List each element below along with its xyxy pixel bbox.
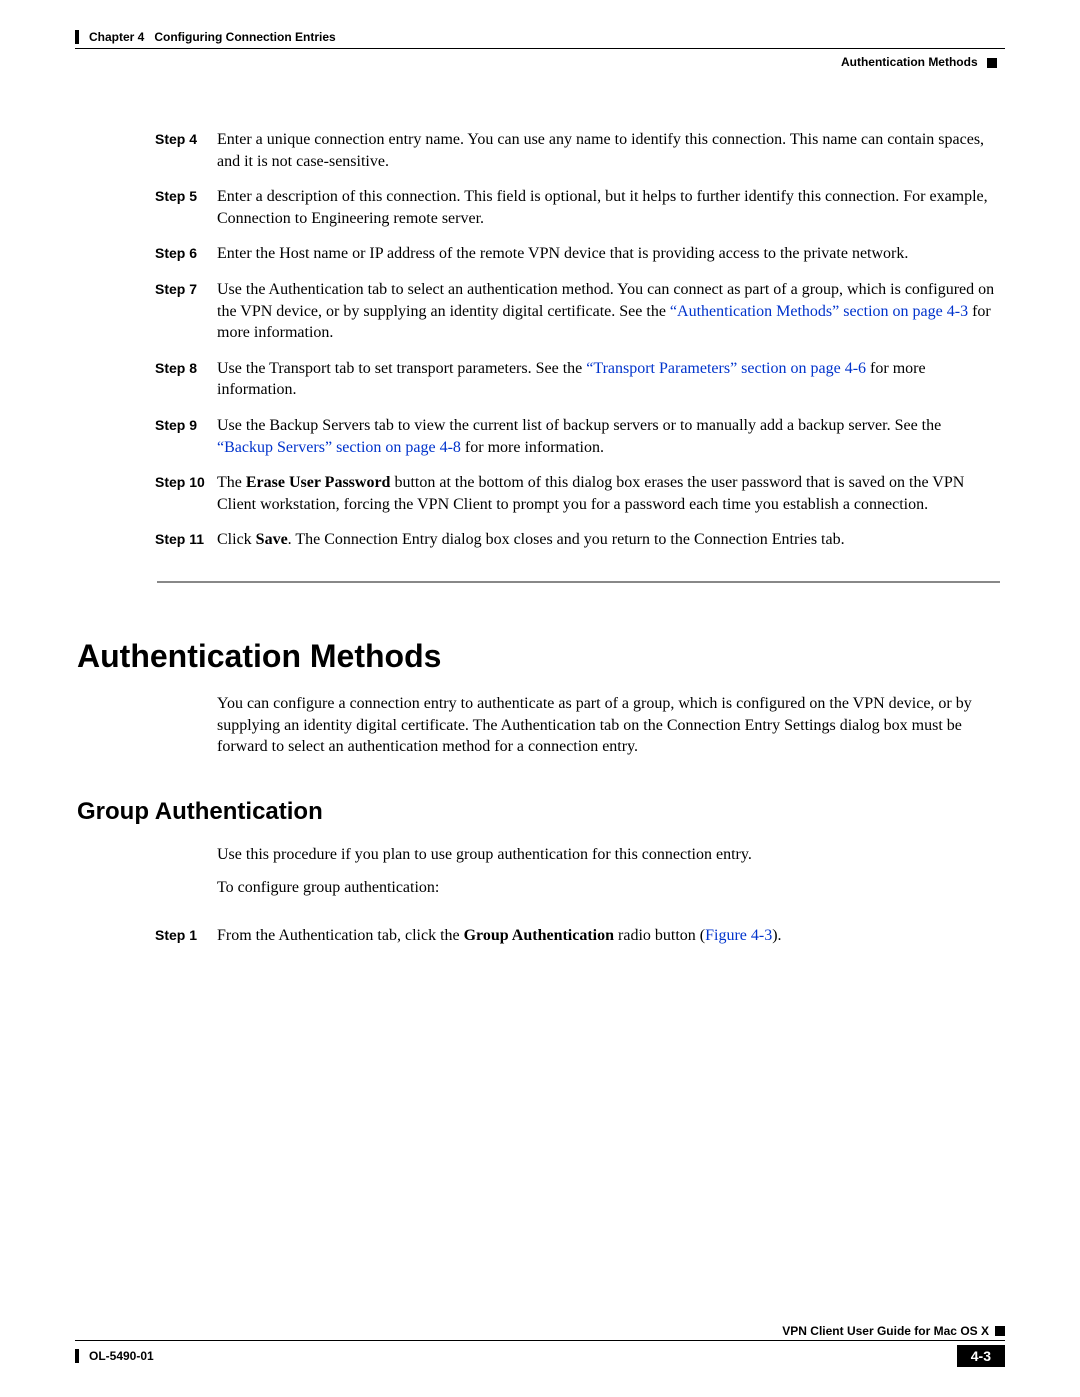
- text: Enter a description of this connection. …: [217, 188, 988, 227]
- steps-list-bottom: Step 1From the Authentication tab, click…: [155, 925, 1000, 947]
- section-name: Authentication Methods: [841, 55, 978, 69]
- text: The: [217, 474, 246, 491]
- footer-marker-icon: [995, 1326, 1005, 1336]
- step-label: Step 8: [155, 358, 217, 401]
- footer-guide-title: VPN Client User Guide for Mac OS X: [782, 1324, 989, 1338]
- step-label: Step 10: [155, 472, 217, 515]
- auth-methods-para: You can configure a connection entry to …: [217, 693, 1000, 758]
- footer-rule: [75, 1340, 1005, 1341]
- step-label: Step 7: [155, 279, 217, 344]
- step-label: Step 6: [155, 243, 217, 265]
- steps-list-top: Step 4Enter a unique connection entry na…: [155, 129, 1000, 551]
- step-label: Step 11: [155, 529, 217, 551]
- step-row: Step 8Use the Transport tab to set trans…: [155, 358, 1000, 401]
- text: radio button (: [614, 927, 705, 944]
- group-auth-para1: Use this procedure if you plan to use gr…: [217, 844, 1000, 866]
- heading-group-authentication: Group Authentication: [77, 798, 1005, 826]
- step-row: Step 5Enter a description of this connec…: [155, 186, 1000, 229]
- step-row: Step 7Use the Authentication tab to sele…: [155, 279, 1000, 344]
- step-label: Step 5: [155, 186, 217, 229]
- text: . The Connection Entry dialog box closes…: [288, 531, 845, 548]
- step-body: Use the Backup Servers tab to view the c…: [217, 415, 1000, 458]
- text: ).: [772, 927, 781, 944]
- header-bar-icon: [75, 30, 79, 44]
- step-label: Step 9: [155, 415, 217, 458]
- text: Enter a unique connection entry name. Yo…: [217, 131, 984, 170]
- heading-authentication-methods: Authentication Methods: [77, 638, 1005, 675]
- section-divider: [157, 581, 1000, 583]
- header-section: Authentication Methods: [75, 55, 1005, 69]
- bold-text: Group Authentication: [464, 927, 614, 944]
- step-row: Step 11Click Save. The Connection Entry …: [155, 529, 1000, 551]
- text: Enter the Host name or IP address of the…: [217, 245, 908, 262]
- bold-text: Erase User Password: [246, 474, 391, 491]
- cross-ref-link[interactable]: Figure 4-3: [705, 927, 772, 944]
- group-auth-para2: To configure group authentication:: [217, 877, 1000, 899]
- step-row: Step 10The Erase User Password button at…: [155, 472, 1000, 515]
- content: Step 4Enter a unique connection entry na…: [75, 129, 1005, 946]
- step-row: Step 6Enter the Host name or IP address …: [155, 243, 1000, 265]
- page-header: Chapter 4 Configuring Connection Entries…: [75, 30, 1005, 69]
- page-number: 4-3: [957, 1345, 1005, 1367]
- bold-text: Save: [256, 531, 288, 548]
- footer-doc-id: OL-5490-01: [89, 1349, 154, 1363]
- footer-left: OL-5490-01: [75, 1349, 154, 1363]
- step-body: Use the Transport tab to set transport p…: [217, 358, 1000, 401]
- step-row: Step 1From the Authentication tab, click…: [155, 925, 1000, 947]
- text: Click: [217, 531, 256, 548]
- text: From the Authentication tab, click the: [217, 927, 464, 944]
- text: Use the Backup Servers tab to view the c…: [217, 417, 941, 434]
- step-body: Use the Authentication tab to select an …: [217, 279, 1000, 344]
- cross-ref-link[interactable]: “Transport Parameters” section on page 4…: [586, 360, 866, 377]
- step-body: The Erase User Password button at the bo…: [217, 472, 1000, 515]
- footer-title-row: VPN Client User Guide for Mac OS X: [75, 1324, 1005, 1338]
- step-label: Step 1: [155, 925, 217, 947]
- step-body: Enter a description of this connection. …: [217, 186, 1000, 229]
- page-footer: VPN Client User Guide for Mac OS X OL-54…: [75, 1324, 1005, 1367]
- cross-ref-link[interactable]: “Authentication Methods” section on page…: [670, 303, 968, 320]
- step-body: Enter a unique connection entry name. Yo…: [217, 129, 1000, 172]
- text: for more information.: [461, 439, 604, 456]
- header-marker-icon: [987, 58, 997, 68]
- chapter-label: Chapter 4: [89, 30, 144, 44]
- header-rule: [75, 48, 1005, 49]
- step-row: Step 9Use the Backup Servers tab to view…: [155, 415, 1000, 458]
- step-row: Step 4Enter a unique connection entry na…: [155, 129, 1000, 172]
- step-body: From the Authentication tab, click the G…: [217, 925, 1000, 947]
- cross-ref-link[interactable]: “Backup Servers” section on page 4-8: [217, 439, 461, 456]
- footer-row: OL-5490-01 4-3: [75, 1345, 1005, 1367]
- step-body: Click Save. The Connection Entry dialog …: [217, 529, 1000, 551]
- step-label: Step 4: [155, 129, 217, 172]
- text: Use the Transport tab to set transport p…: [217, 360, 586, 377]
- footer-bar-icon: [75, 1349, 79, 1363]
- chapter-title: Configuring Connection Entries: [154, 30, 335, 44]
- running-header: Chapter 4 Configuring Connection Entries: [75, 30, 1005, 44]
- step-body: Enter the Host name or IP address of the…: [217, 243, 1000, 265]
- page: Chapter 4 Configuring Connection Entries…: [0, 0, 1080, 1397]
